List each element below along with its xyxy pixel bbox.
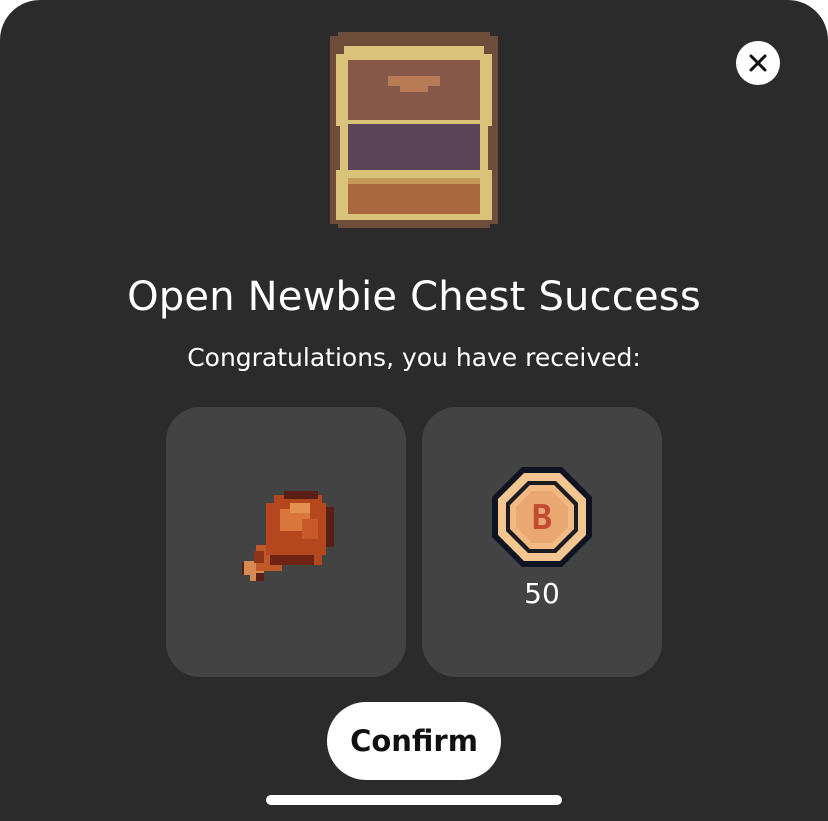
treasure-chest-icon [330,32,498,228]
reward-card-coin: B 50 [422,407,662,677]
chest-reward-dialog: Open Newbie Chest Success Congratulation… [0,0,828,821]
reward-card-drumstick [166,407,406,677]
dialog-title: Open Newbie Chest Success [127,274,701,320]
confirm-button[interactable]: Confirm [327,702,501,780]
close-button[interactable] [736,41,780,85]
reward-quantity: 50 [524,577,560,610]
close-icon [749,54,767,72]
drumstick-icon [242,491,334,581]
b-coin-icon: B [492,467,592,567]
svg-text:B: B [532,498,552,538]
dialog-subtitle: Congratulations, you have received: [187,343,641,372]
home-indicator[interactable] [266,795,562,805]
